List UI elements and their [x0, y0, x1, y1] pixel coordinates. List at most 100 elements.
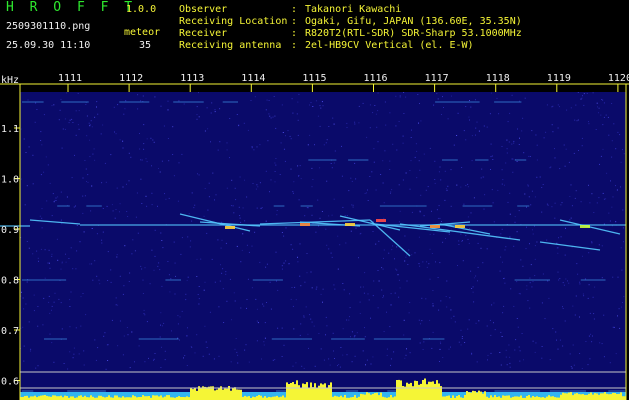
noise-speckle: [245, 344, 247, 346]
noise-speckle: [44, 249, 46, 251]
noise-speckle: [36, 250, 38, 252]
noise-speckle: [593, 318, 595, 320]
noise-speckle: [82, 293, 84, 294]
noise-speckle: [311, 287, 313, 289]
noise-speckle: [398, 184, 400, 186]
noise-speckle: [328, 215, 330, 217]
noise-speckle: [265, 170, 267, 172]
signal-bar: [70, 396, 72, 400]
noise-speckle: [516, 281, 518, 283]
noise-speckle: [207, 209, 209, 211]
noise-speckle: [226, 149, 228, 151]
noise-speckle: [214, 111, 216, 113]
hroft-window: H R O F F T 1.0.0 2509301110.png meteor …: [0, 0, 629, 400]
noise-speckle: [622, 149, 623, 151]
noise-speckle: [471, 160, 473, 162]
noise-speckle: [509, 356, 511, 358]
noise-speckle: [560, 236, 562, 238]
noise-speckle: [612, 326, 614, 328]
noise-speckle: [409, 170, 411, 171]
noise-speckle: [395, 125, 397, 127]
noise-speckle: [194, 352, 196, 354]
noise-speckle: [532, 281, 534, 282]
noise-speckle: [623, 153, 625, 155]
noise-speckle: [584, 278, 586, 280]
noise-speckle: [107, 360, 109, 361]
noise-speckle: [270, 308, 272, 310]
noise-speckle: [566, 109, 568, 111]
noise-speckle: [69, 326, 71, 328]
signal-bar: [516, 396, 518, 400]
noise-speckle: [341, 145, 342, 147]
noise-speckle: [106, 205, 108, 207]
noise-speckle: [226, 187, 228, 189]
noise-speckle: [77, 124, 79, 126]
noise-speckle: [419, 265, 421, 267]
noise-speckle: [365, 192, 367, 194]
noise-speckle: [403, 319, 405, 321]
noise-speckle: [319, 167, 321, 169]
noise-speckle: [292, 191, 294, 193]
noise-speckle: [158, 262, 160, 264]
noise-speckle: [150, 137, 152, 139]
noise-speckle: [242, 233, 244, 235]
noise-speckle: [444, 199, 446, 201]
noise-speckle: [442, 357, 444, 358]
signal-bar: [194, 388, 196, 400]
noise-speckle: [391, 249, 393, 251]
noise-speckle: [461, 240, 463, 242]
noise-speckle: [552, 131, 554, 133]
noise-speckle: [507, 121, 509, 123]
noise-speckle: [390, 191, 392, 193]
noise-speckle: [403, 334, 405, 336]
noise-speckle: [463, 203, 465, 205]
noise-speckle: [140, 159, 141, 161]
noise-speckle: [382, 182, 384, 184]
signal-bar: [592, 394, 594, 400]
noise-speckle: [144, 267, 146, 269]
signal-bar: [248, 396, 250, 400]
noise-speckle: [464, 342, 466, 343]
noise-speckle: [528, 196, 530, 198]
noise-speckle: [477, 242, 479, 244]
noise-speckle: [127, 334, 129, 336]
signal-bar: [322, 384, 324, 400]
noise-speckle: [332, 117, 334, 119]
noise-speckle: [543, 137, 545, 139]
noise-speckle: [66, 92, 68, 94]
signal-bar: [520, 395, 522, 400]
noise-speckle: [490, 156, 492, 158]
noise-speckle: [456, 135, 458, 136]
noise-speckle: [383, 202, 385, 204]
noise-speckle: [439, 341, 441, 343]
noise-speckle: [442, 241, 444, 243]
noise-speckle: [290, 168, 292, 170]
noise-speckle: [117, 345, 119, 347]
noise-speckle: [386, 348, 388, 350]
noise-speckle: [281, 104, 283, 106]
signal-bar: [506, 395, 508, 400]
noise-speckle: [306, 253, 308, 254]
signal-bar: [80, 395, 82, 400]
noise-speckle: [91, 185, 93, 187]
noise-speckle: [292, 112, 294, 114]
noise-speckle: [541, 187, 543, 188]
noise-speckle: [375, 189, 377, 191]
noise-speckle: [397, 274, 399, 276]
signal-bar: [52, 395, 54, 400]
noise-speckle: [70, 291, 72, 293]
noise-speckle: [509, 213, 511, 215]
noise-speckle: [217, 239, 219, 241]
noise-speckle: [32, 253, 34, 255]
noise-speckle: [492, 159, 494, 160]
noise-speckle: [583, 93, 585, 95]
noise-speckle: [41, 144, 43, 146]
noise-speckle: [565, 148, 567, 150]
noise-speckle: [501, 146, 503, 147]
noise-speckle: [53, 201, 55, 203]
signal-bar: [490, 395, 492, 400]
noise-speckle: [359, 301, 361, 303]
noise-speckle: [225, 273, 227, 275]
noise-speckle: [36, 109, 38, 110]
noise-speckle: [117, 104, 119, 106]
